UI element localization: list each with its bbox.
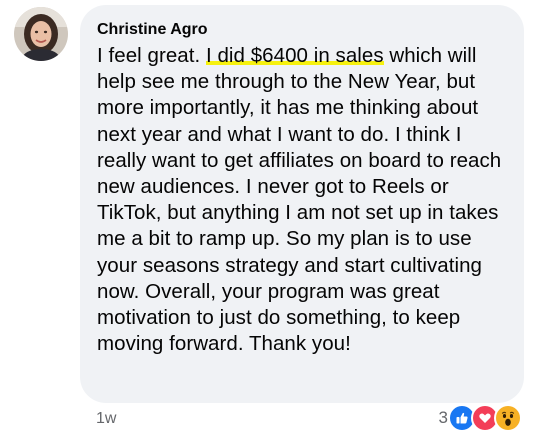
reaction-count: 3: [438, 408, 448, 427]
reactions-summary[interactable]: 3: [439, 404, 522, 432]
comment-text: I feel great. I did $6400 in sales which…: [97, 43, 508, 357]
comment-text-intro: I feel great.: [97, 44, 206, 67]
comment-bubble: Christine Agro I feel great. I did $6400…: [80, 5, 524, 403]
highlighted-sales-text: I did $6400 in sales: [205, 44, 384, 67]
avatar[interactable]: [14, 7, 68, 61]
comment-text-rest: which will help see me through to the Ne…: [97, 44, 502, 356]
avatar-photo: [14, 7, 68, 61]
comment-timestamp[interactable]: 1w: [96, 410, 116, 428]
wow-icon: [494, 404, 522, 432]
comment-author[interactable]: Christine Agro: [97, 20, 508, 40]
